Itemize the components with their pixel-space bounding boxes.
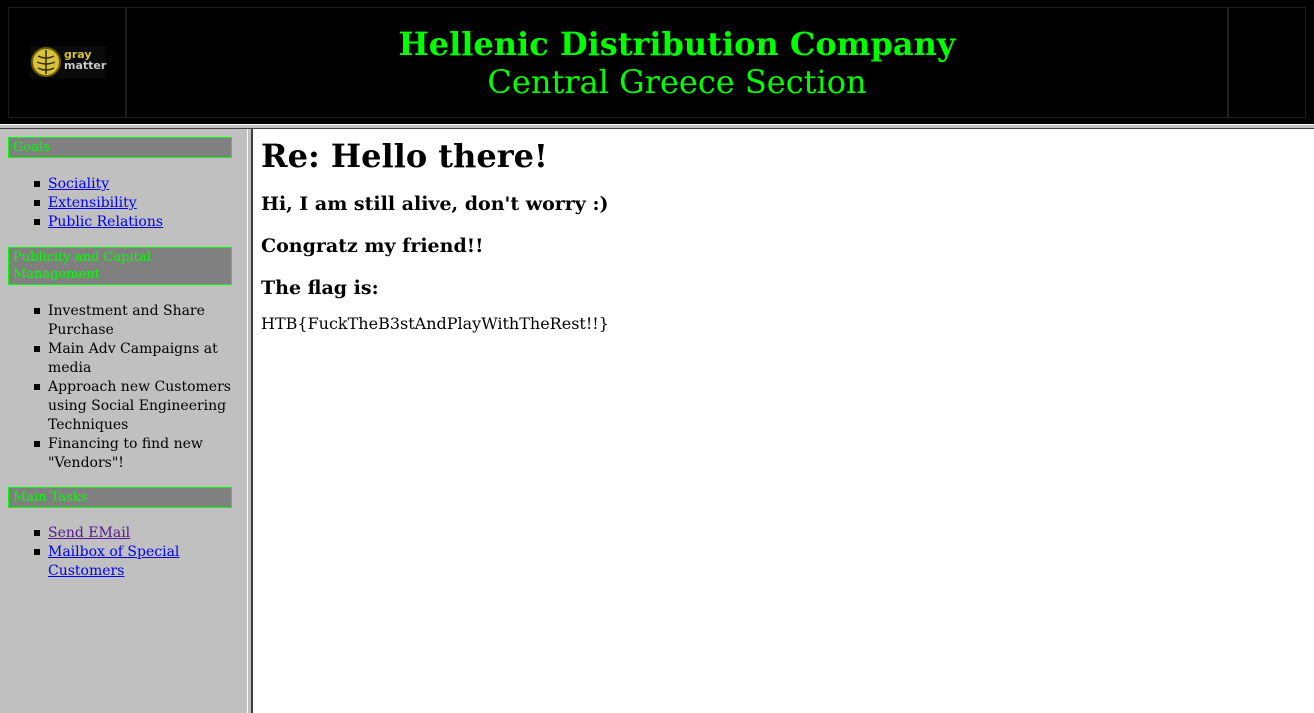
publicity-list: Investment and Share Purchase Main Adv C… [34, 302, 234, 473]
list-item: Extensibility [34, 194, 234, 213]
sidebar: Goals Sociality Extensibility Public Rel… [0, 129, 247, 713]
goals-list: Sociality Extensibility Public Relations [34, 175, 234, 232]
sidebar-heading-goals: Goals [8, 137, 232, 158]
list-item: Investment and Share Purchase [34, 302, 234, 340]
main-content: Re: Hello there! Hi, I am still alive, d… [253, 129, 1314, 713]
link-public-relations[interactable]: Public Relations [48, 214, 163, 230]
brain-icon [31, 47, 61, 77]
header-right-cell [1228, 7, 1306, 118]
list-item: Main Adv Campaigns at media [34, 340, 234, 378]
main-tasks-list: Send EMail Mailbox of Special Customers [34, 524, 234, 581]
message-line-2: Congratz my friend!! [261, 235, 484, 257]
list-item: Financing to find new "Vendors"! [34, 435, 234, 473]
list-item: Sociality [34, 175, 234, 194]
title-cell: Hellenic Distribution Company Central Gr… [126, 7, 1228, 118]
list-item: Approach new Customers using Social Engi… [34, 378, 234, 435]
logo-text-matter: matter [64, 59, 107, 72]
list-item: Public Relations [34, 213, 234, 232]
list-item: Send EMail [34, 524, 234, 543]
header-frame: gray matter Hellenic Distribution Compan… [0, 0, 1314, 124]
message-line-1: Hi, I am still alive, don't worry :) [261, 193, 609, 215]
section-title: Central Greece Section [487, 63, 867, 101]
link-sociality[interactable]: Sociality [48, 176, 109, 192]
company-title: Hellenic Distribution Company [398, 25, 956, 63]
message-title: Re: Hello there! [261, 137, 548, 175]
link-mailbox-special-customers[interactable]: Mailbox of Special Customers [48, 544, 179, 579]
list-item: Mailbox of Special Customers [34, 543, 234, 581]
link-extensibility[interactable]: Extensibility [48, 195, 137, 211]
gray-matter-logo: gray matter [30, 46, 107, 78]
link-send-email[interactable]: Send EMail [48, 525, 130, 541]
message-line-3: The flag is: [261, 277, 379, 299]
logo-cell: gray matter [8, 7, 126, 118]
sidebar-heading-main-tasks: Main Tasks [8, 487, 232, 508]
flag-text: HTB{FuckTheB3stAndPlayWithTheRest!!} [261, 314, 609, 333]
sidebar-heading-publicity: Publicity and Capital Management [8, 247, 232, 285]
